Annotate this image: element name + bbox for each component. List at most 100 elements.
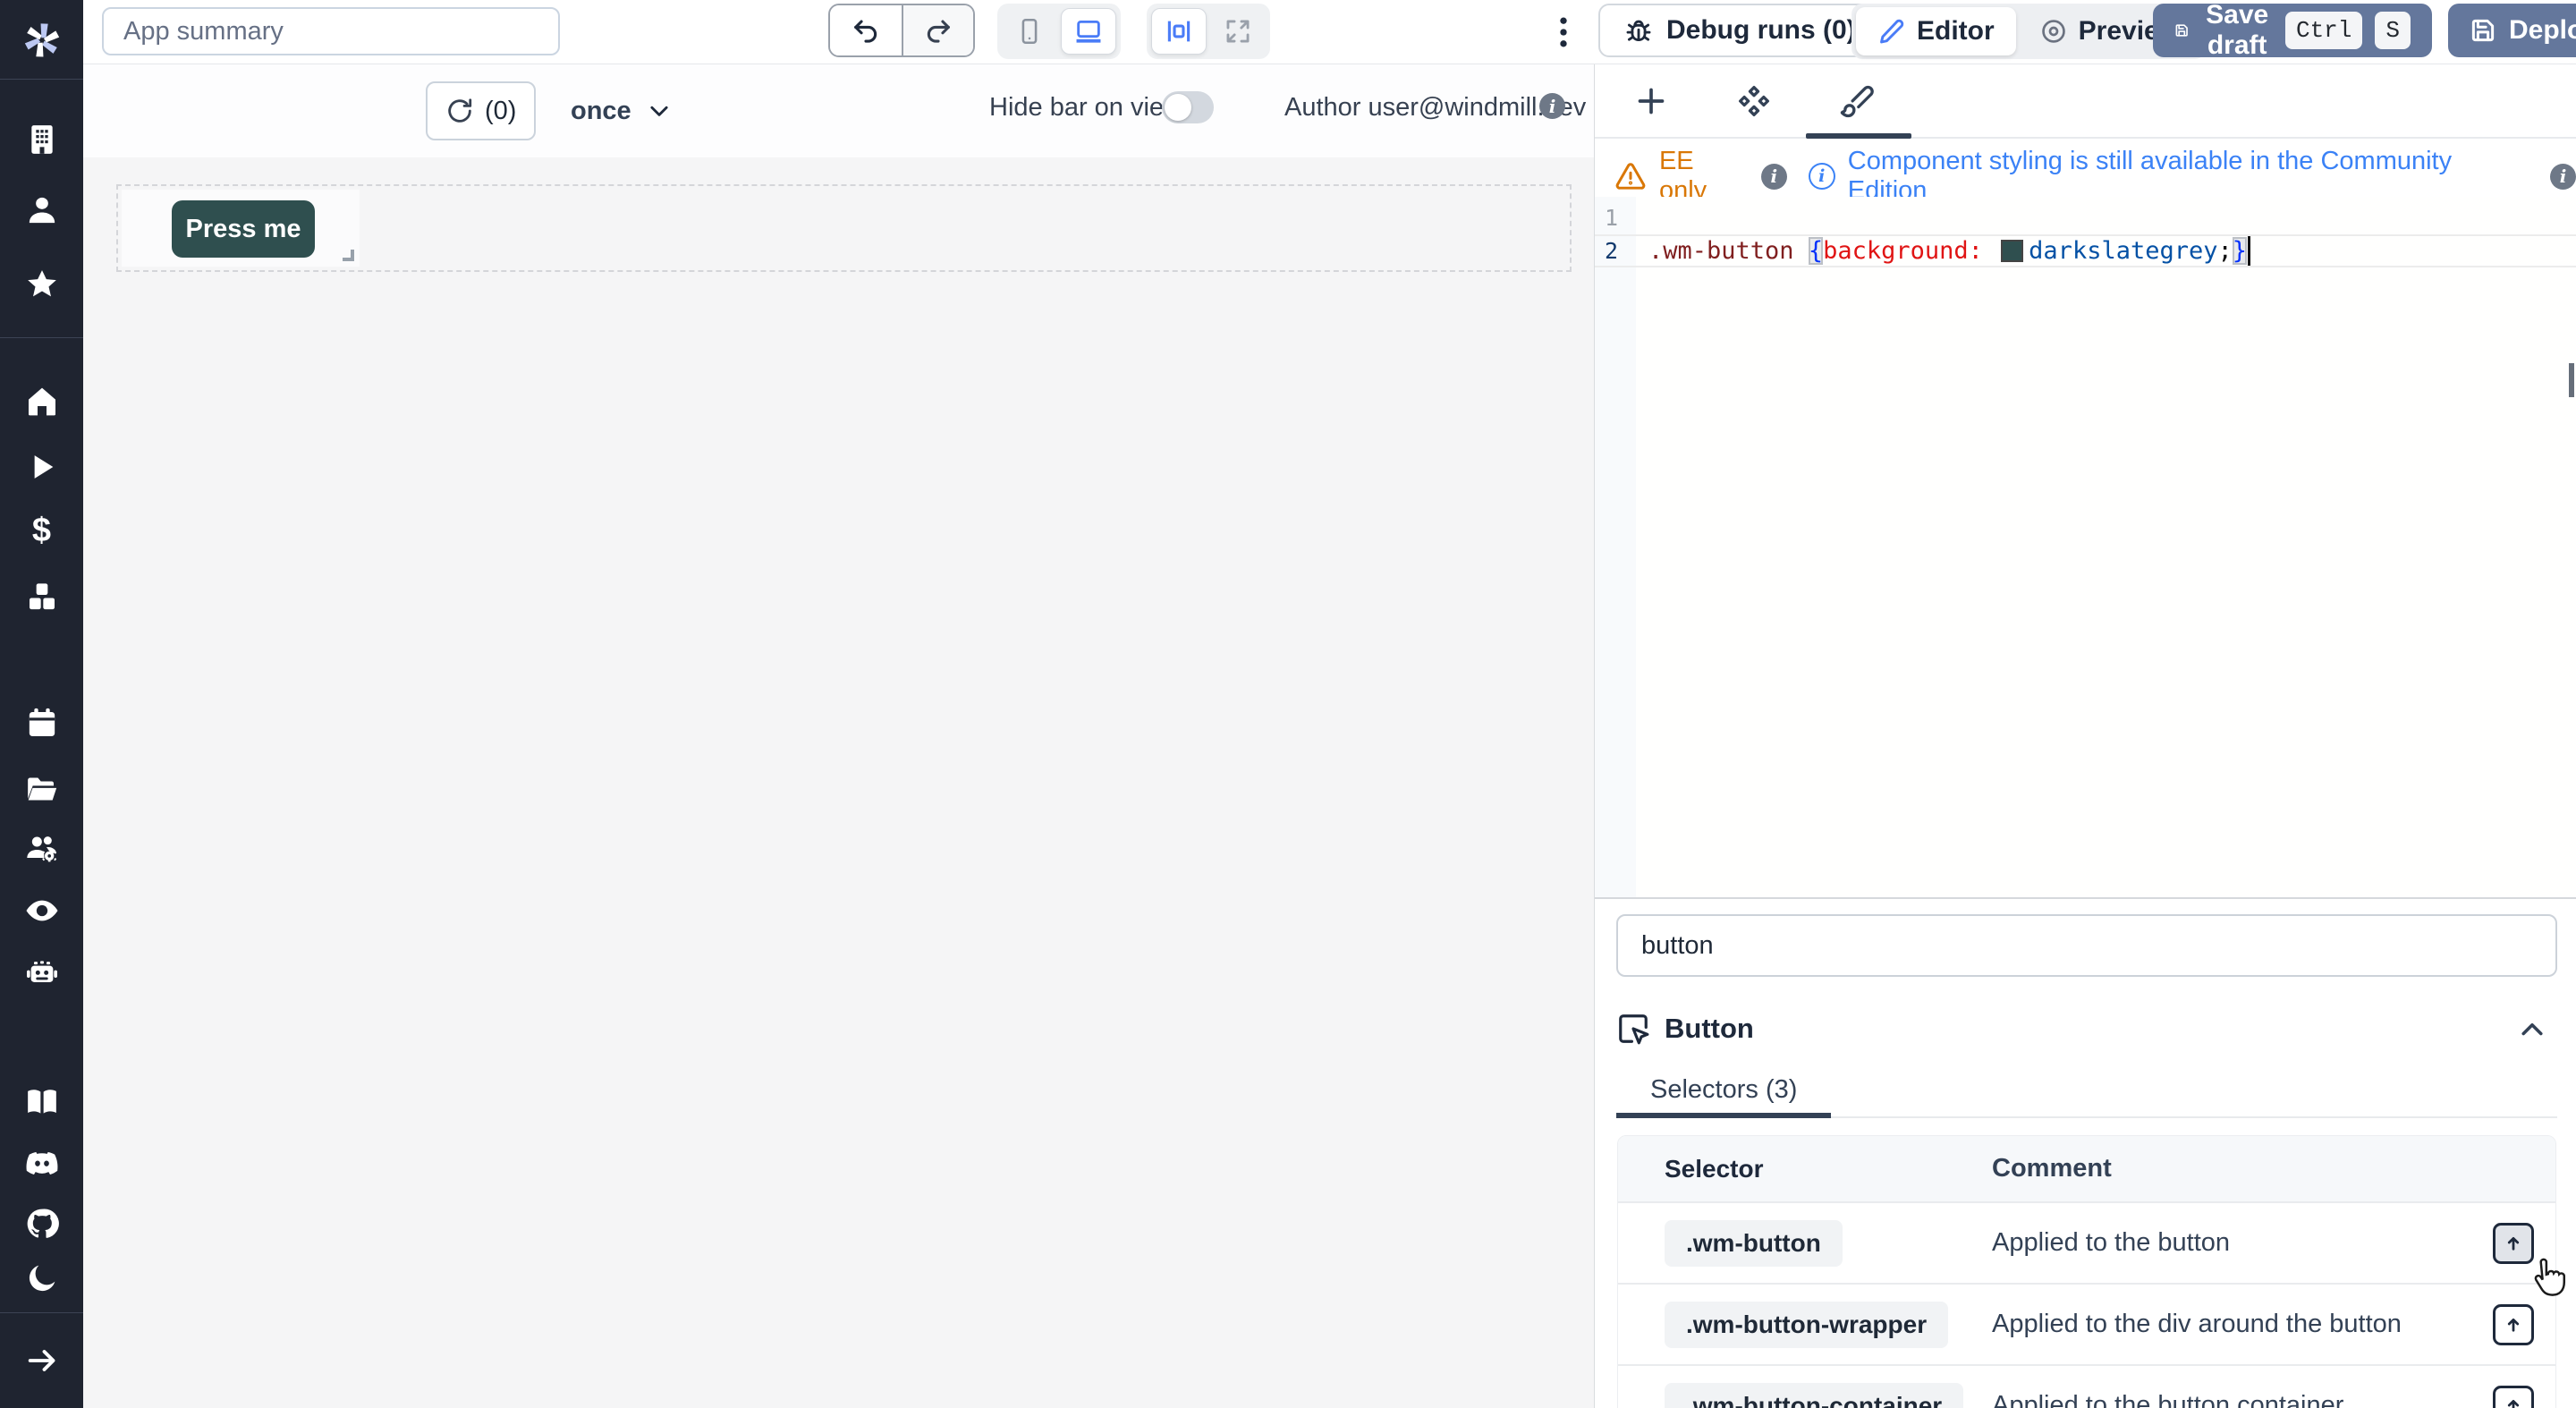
column-header-selector: Selector [1618, 1155, 1992, 1183]
plus-icon [1633, 83, 1669, 119]
resources-cubes-icon[interactable] [0, 577, 83, 616]
tab-components-settings[interactable] [1732, 79, 1776, 123]
apply-selector-button[interactable] [2493, 1223, 2534, 1264]
windmill-logo[interactable] [0, 0, 83, 80]
tab-insert-component[interactable] [1629, 79, 1674, 123]
kebab-menu-icon [1551, 13, 1576, 52]
docs-book-icon[interactable] [0, 1081, 83, 1121]
smartphone-icon [1014, 16, 1045, 47]
ee-notice-row: EE only i i Component styling is still a… [1595, 139, 2576, 196]
undo-icon [851, 15, 881, 46]
css-selector-token: .wm-button [1648, 237, 1794, 265]
app-editor-screen: $ [0, 0, 2576, 1408]
pencil-icon [1877, 17, 1906, 46]
open-brace-token: { [1809, 237, 1823, 265]
square-mouse-pointer-icon [1616, 1012, 1650, 1046]
button-component-wrapper[interactable]: Press me [122, 190, 360, 267]
save-draft-label: Save draft [2201, 0, 2273, 61]
right-panel: EE only i i Component styling is still a… [1594, 64, 2576, 1408]
deploy-label: Deploy [2509, 15, 2576, 46]
variables-dollar-icon[interactable]: $ [0, 511, 83, 550]
save-icon [2470, 17, 2496, 44]
favorites-star-icon[interactable] [0, 265, 83, 304]
hide-bar-toggle[interactable] [1162, 91, 1214, 123]
apply-selector-button[interactable] [2493, 1386, 2534, 1408]
audit-eye-icon[interactable] [0, 891, 83, 930]
collapse-section-button[interactable] [2512, 1010, 2552, 1049]
code-line-2[interactable]: 2 .wm-button {background: darkslategrey;… [1595, 234, 2576, 267]
apply-selector-button[interactable] [2493, 1304, 2534, 1345]
toggle-knob [1165, 94, 1191, 121]
refresh-mode-select[interactable]: once [571, 81, 673, 140]
component-search-input[interactable] [1616, 914, 2557, 977]
refresh-icon [445, 97, 474, 125]
undo-button[interactable] [830, 5, 902, 55]
expand-sidebar-arrow-icon[interactable] [0, 1341, 83, 1380]
selectors-table: Selector Comment .wm-button Applied to t… [1617, 1135, 2556, 1408]
dark-mode-moon-icon[interactable] [0, 1259, 83, 1298]
app-canvas[interactable]: Press me [83, 157, 1594, 1408]
css-code-editor[interactable]: 1 2 .wm-button {background: darkslategre… [1595, 197, 2576, 898]
panel-tab-bar [1595, 64, 2576, 139]
runs-play-icon[interactable] [0, 447, 83, 487]
code-line-1[interactable]: 1 [1595, 201, 2576, 234]
chevron-up-icon [2516, 1014, 2548, 1046]
tab-editor[interactable]: Editor [1856, 7, 2016, 55]
home-icon[interactable] [0, 381, 83, 420]
editor-tab-label: Editor [1917, 16, 1995, 47]
expand-icon [1223, 16, 1253, 47]
desktop-view-button[interactable] [1061, 8, 1116, 55]
kbd-s: S [2375, 12, 2411, 49]
debug-runs-button[interactable]: Debug runs (0) [1598, 4, 1881, 57]
more-options-menu[interactable] [1551, 13, 1576, 52]
selectors-tab-bar: Selectors (3) [1616, 1066, 2557, 1118]
centered-layout-button[interactable] [1151, 8, 1207, 55]
button-section-header[interactable]: Button [1616, 1006, 2557, 1051]
press-me-button[interactable]: Press me [172, 200, 315, 258]
workers-robot-icon[interactable] [0, 953, 83, 992]
selector-comment: Applied to the button container [1992, 1391, 2493, 1408]
tab-component-styling[interactable] [1835, 79, 1879, 123]
redo-icon [923, 15, 953, 46]
component-diamonds-icon [1736, 83, 1772, 119]
author-info-icon[interactable]: i [1539, 93, 1565, 119]
github-icon[interactable] [0, 1204, 83, 1243]
resize-handle[interactable] [343, 250, 354, 261]
mobile-view-button[interactable] [1002, 8, 1057, 55]
discord-icon[interactable] [0, 1144, 83, 1183]
css-property-token: background: [1823, 237, 1983, 265]
undo-redo-group [828, 4, 975, 57]
user-icon[interactable] [0, 191, 83, 230]
tab-selectors[interactable]: Selectors (3) [1616, 1066, 1831, 1118]
table-row: .wm-button-container Applied to the butt… [1618, 1364, 2555, 1408]
fullscreen-layout-button[interactable] [1210, 8, 1266, 55]
notice-info-icon[interactable]: i [1809, 163, 1835, 190]
sidebar-divider [0, 1312, 83, 1313]
redo-button[interactable] [902, 5, 973, 55]
refresh-button[interactable]: (0) [426, 81, 536, 140]
notice-extra-info-icon[interactable]: i [2550, 164, 2576, 190]
app-summary-input[interactable] [102, 7, 560, 55]
panel-splitter[interactable] [1595, 897, 2576, 899]
folders-icon[interactable] [0, 769, 83, 809]
refresh-count: (0) [485, 97, 516, 126]
canvas-toolbar: (0) once Hide bar on view Author user@wi… [83, 64, 1594, 157]
deploy-button[interactable]: Deploy [2448, 4, 2576, 57]
save-draft-button[interactable]: Save draft Ctrl S [2153, 4, 2432, 57]
color-swatch[interactable] [2001, 240, 2023, 262]
close-brace-token: } [2233, 237, 2247, 265]
warning-triangle-icon [1614, 160, 1647, 192]
groups-users-gear-icon[interactable] [0, 828, 83, 868]
topbar: Debug runs (0) Editor Preview Save draft… [83, 0, 2576, 64]
save-icon [2174, 17, 2189, 44]
selector-comment: Applied to the button [1992, 1228, 2493, 1258]
grid-row-dropzone[interactable]: Press me [116, 184, 1572, 272]
table-header-row: Selector Comment [1618, 1136, 2555, 1201]
arrow-up-icon [2500, 1311, 2527, 1338]
ee-info-icon[interactable]: i [1761, 164, 1787, 190]
bug-icon [1623, 15, 1654, 46]
workspace-building-icon[interactable] [0, 120, 83, 159]
centered-layout-icon [1164, 16, 1194, 47]
line-number: 2 [1595, 238, 1631, 264]
schedules-calendar-icon[interactable] [0, 703, 83, 742]
